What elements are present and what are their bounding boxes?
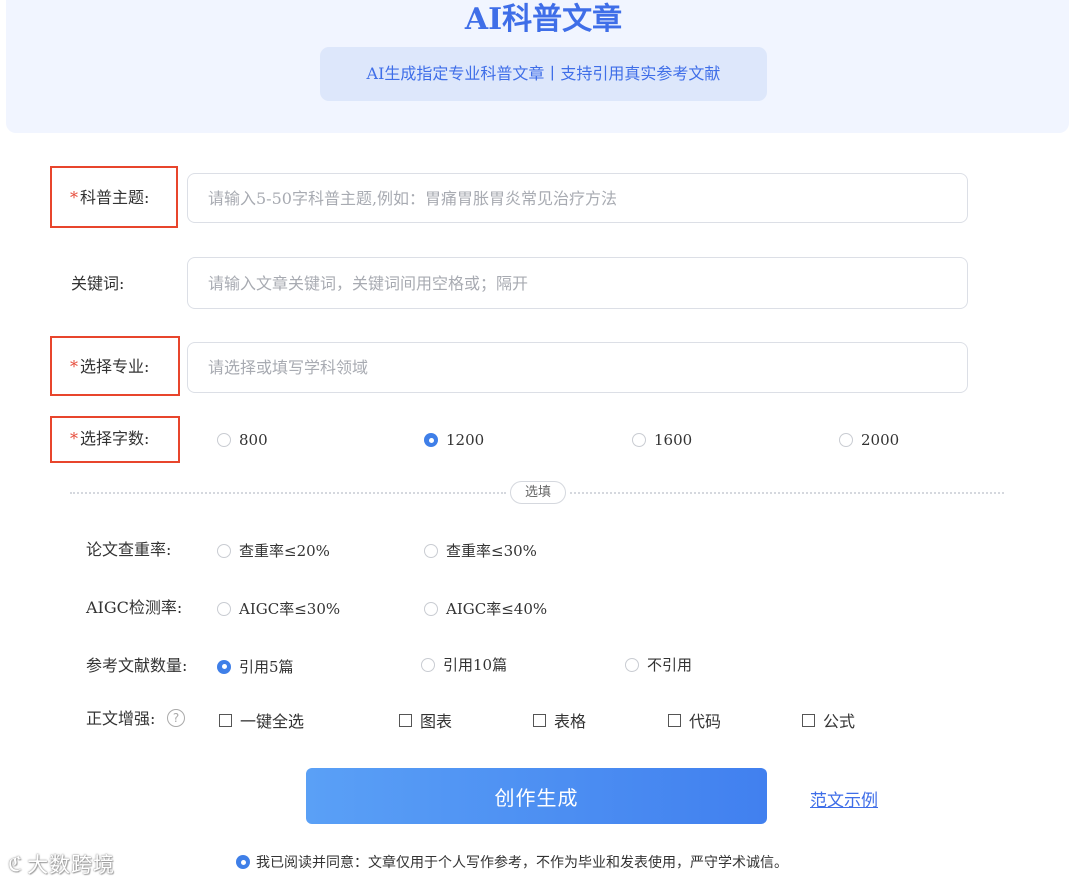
logo-icon: ℭ bbox=[8, 852, 24, 876]
page-title: AI科普文章 bbox=[464, 2, 623, 37]
radio-circle bbox=[839, 433, 853, 447]
references-radio-10[interactable]: 引用10篇 bbox=[421, 654, 507, 675]
enhance-checkbox-code[interactable]: 代码 bbox=[668, 708, 721, 732]
required-star: * bbox=[70, 357, 78, 376]
divider-right bbox=[570, 492, 1004, 494]
question-circle-icon[interactable]: ? bbox=[167, 709, 185, 727]
generate-button[interactable]: 创作生成 bbox=[306, 768, 767, 824]
required-star: * bbox=[70, 188, 78, 207]
topic-input[interactable] bbox=[187, 173, 968, 223]
radio-circle bbox=[217, 433, 231, 447]
radio-circle bbox=[625, 657, 639, 672]
enhance-checkbox-formula[interactable]: 公式 bbox=[802, 708, 855, 732]
references-label: 参考文献数量: bbox=[86, 656, 188, 675]
watermark: ℭ 大数跨境 bbox=[8, 852, 116, 877]
word-count-radio-2000[interactable]: 2000 bbox=[839, 431, 899, 449]
radio-circle bbox=[421, 657, 435, 672]
topic-label: * 科普主题: bbox=[70, 188, 150, 207]
plagiarism-radio-20[interactable]: 查重率≤20% bbox=[217, 540, 330, 561]
agreement-text: 我已阅读并同意：文章仅用于个人写作参考，不作为毕业和发表使用，严守学术诚信。 bbox=[256, 855, 788, 871]
radio-circle-checked bbox=[217, 659, 231, 674]
subtitle-banner: AI生成指定专业科普文章丨支持引用真实参考文献 bbox=[320, 47, 767, 101]
checkbox-box bbox=[802, 713, 815, 727]
aigc-label: AIGC检测率: bbox=[86, 598, 183, 617]
radio-circle bbox=[217, 601, 231, 616]
radio-circle bbox=[632, 433, 646, 447]
word-count-radio-1600[interactable]: 1600 bbox=[632, 431, 692, 449]
radio-circle bbox=[217, 543, 231, 558]
plagiarism-label: 论文查重率: bbox=[86, 540, 172, 559]
word-count-label: * 选择字数: bbox=[70, 429, 150, 448]
divider-left bbox=[70, 492, 506, 494]
checkbox-box bbox=[399, 713, 412, 727]
header-panel: AI科普文章 AI生成指定专业科普文章丨支持引用真实参考文献 bbox=[6, 0, 1069, 133]
radio-circle bbox=[424, 601, 438, 616]
enhance-checkbox-tables[interactable]: 表格 bbox=[533, 708, 586, 732]
keywords-input[interactable] bbox=[187, 257, 968, 309]
major-label: * 选择专业: bbox=[70, 357, 150, 376]
agreement-radio-checked[interactable] bbox=[236, 855, 250, 869]
radio-circle-checked bbox=[424, 433, 438, 447]
keywords-label: 关键词: bbox=[71, 274, 125, 293]
plagiarism-radio-30[interactable]: 查重率≤30% bbox=[424, 540, 537, 561]
checkbox-box bbox=[533, 713, 546, 727]
aigc-radio-30[interactable]: AIGC率≤30% bbox=[217, 598, 340, 619]
enhance-checkbox-charts[interactable]: 图表 bbox=[399, 708, 452, 732]
aigc-radio-40[interactable]: AIGC率≤40% bbox=[424, 598, 547, 619]
word-count-radio-800[interactable]: 800 bbox=[217, 431, 268, 449]
word-count-radio-1200[interactable]: 1200 bbox=[424, 431, 484, 449]
required-star: * bbox=[70, 429, 78, 448]
radio-circle bbox=[424, 543, 438, 558]
optional-tag: 选填 bbox=[510, 481, 566, 504]
references-radio-none[interactable]: 不引用 bbox=[625, 654, 692, 675]
agreement[interactable]: 我已阅读并同意：文章仅用于个人写作参考，不作为毕业和发表使用，严守学术诚信。 bbox=[236, 852, 788, 872]
example-link[interactable]: 范文示例 bbox=[810, 786, 878, 811]
enhance-label: 正文增强: bbox=[86, 709, 156, 728]
enhance-checkbox-select-all[interactable]: 一键全选 bbox=[219, 708, 304, 732]
checkbox-box bbox=[668, 713, 681, 727]
major-input[interactable] bbox=[187, 342, 968, 393]
checkbox-box bbox=[219, 713, 232, 727]
references-radio-5[interactable]: 引用5篇 bbox=[217, 656, 294, 677]
